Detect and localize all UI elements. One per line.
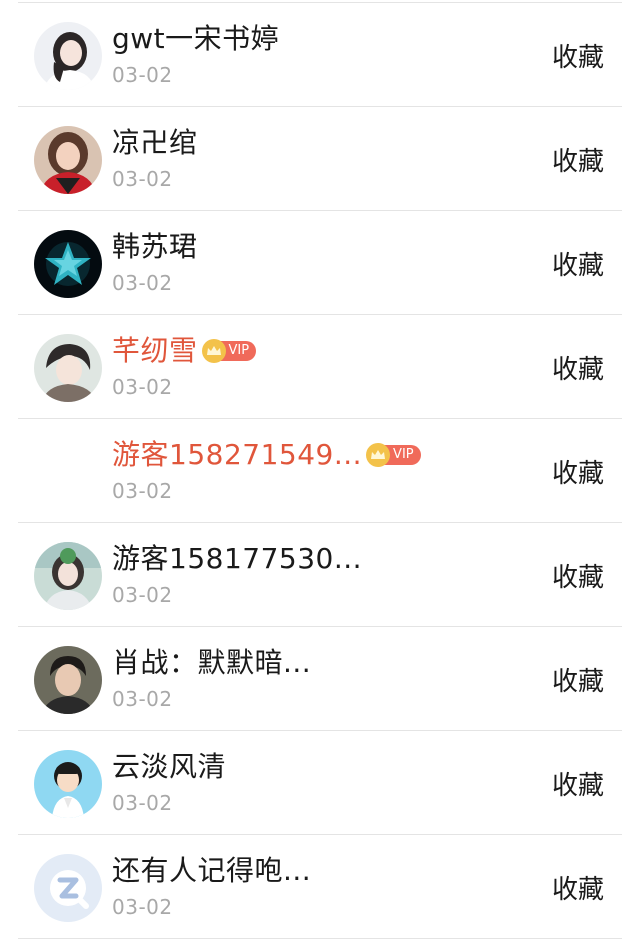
favorite-button[interactable]: 收藏: [552, 869, 604, 906]
date-label: 03-02: [112, 687, 173, 711]
user-name[interactable]: 芊纫雪: [112, 329, 198, 373]
list-item[interactable]: 芊纫雪 VIP 03-02 收藏: [0, 315, 640, 419]
avatar[interactable]: [34, 438, 102, 506]
vip-badge: VIP: [201, 339, 257, 363]
avatar[interactable]: [34, 750, 102, 818]
user-name[interactable]: 肖战：默默暗...: [112, 641, 311, 685]
user-name[interactable]: gwt一宋书婷: [112, 17, 279, 61]
list-item[interactable]: 还有人记得咆... 03-02 收藏: [0, 835, 640, 939]
avatar[interactable]: [34, 22, 102, 90]
date-label: 03-02: [112, 167, 173, 191]
favorite-button[interactable]: 收藏: [552, 453, 604, 490]
list-item[interactable]: 游客158271549... VIP 03-02 收藏: [0, 419, 640, 523]
list-item[interactable]: 肖战：默默暗... 03-02 收藏: [0, 627, 640, 731]
user-name[interactable]: 还有人记得咆...: [112, 849, 311, 893]
favorite-button[interactable]: 收藏: [552, 141, 604, 178]
list-item[interactable]: 韩苏珺 03-02 收藏: [0, 211, 640, 315]
user-name[interactable]: 游客158177530...: [112, 537, 362, 581]
name-line: gwt一宋书婷: [112, 17, 279, 61]
favorite-button[interactable]: 收藏: [552, 557, 604, 594]
name-line: 凉卍绾: [112, 121, 198, 165]
name-line: 游客158271549... VIP: [112, 433, 421, 477]
date-label: 03-02: [112, 63, 173, 87]
avatar[interactable]: [34, 334, 102, 402]
name-line: 芊纫雪 VIP: [112, 329, 257, 373]
list-item[interactable]: 云淡风清 03-02 收藏: [0, 731, 640, 835]
user-list: gwt一宋书婷 03-02 收藏 凉卍绾 03-02 收藏 韩苏珺 03-02 …: [0, 3, 640, 939]
avatar[interactable]: [34, 646, 102, 714]
user-name[interactable]: 韩苏珺: [112, 225, 198, 269]
name-line: 还有人记得咆...: [112, 849, 311, 893]
vip-badge: VIP: [366, 443, 421, 467]
name-line: 游客158177530...: [112, 537, 362, 581]
crown-icon: [201, 339, 226, 363]
user-name[interactable]: 游客158271549...: [112, 433, 362, 477]
list-item[interactable]: 游客158177530... 03-02 收藏: [0, 523, 640, 627]
date-label: 03-02: [112, 895, 173, 919]
favorite-button[interactable]: 收藏: [552, 37, 604, 74]
user-name[interactable]: 凉卍绾: [112, 121, 198, 165]
date-label: 03-02: [112, 271, 173, 295]
list-item[interactable]: gwt一宋书婷 03-02 收藏: [0, 3, 640, 107]
favorite-button[interactable]: 收藏: [552, 765, 604, 802]
favorite-button[interactable]: 收藏: [552, 245, 604, 282]
name-line: 肖战：默默暗...: [112, 641, 311, 685]
favorite-button[interactable]: 收藏: [552, 661, 604, 698]
favorite-button[interactable]: 收藏: [552, 349, 604, 386]
date-label: 03-02: [112, 375, 173, 399]
name-line: 韩苏珺: [112, 225, 198, 269]
avatar[interactable]: [34, 854, 102, 922]
date-label: 03-02: [112, 791, 173, 815]
list-item[interactable]: 凉卍绾 03-02 收藏: [0, 107, 640, 211]
date-label: 03-02: [112, 479, 173, 503]
user-name[interactable]: 云淡风清: [112, 745, 226, 789]
name-line: 云淡风清: [112, 745, 226, 789]
avatar[interactable]: [34, 126, 102, 194]
avatar[interactable]: [34, 230, 102, 298]
date-label: 03-02: [112, 583, 173, 607]
crown-icon: [366, 443, 391, 467]
avatar[interactable]: [34, 542, 102, 610]
